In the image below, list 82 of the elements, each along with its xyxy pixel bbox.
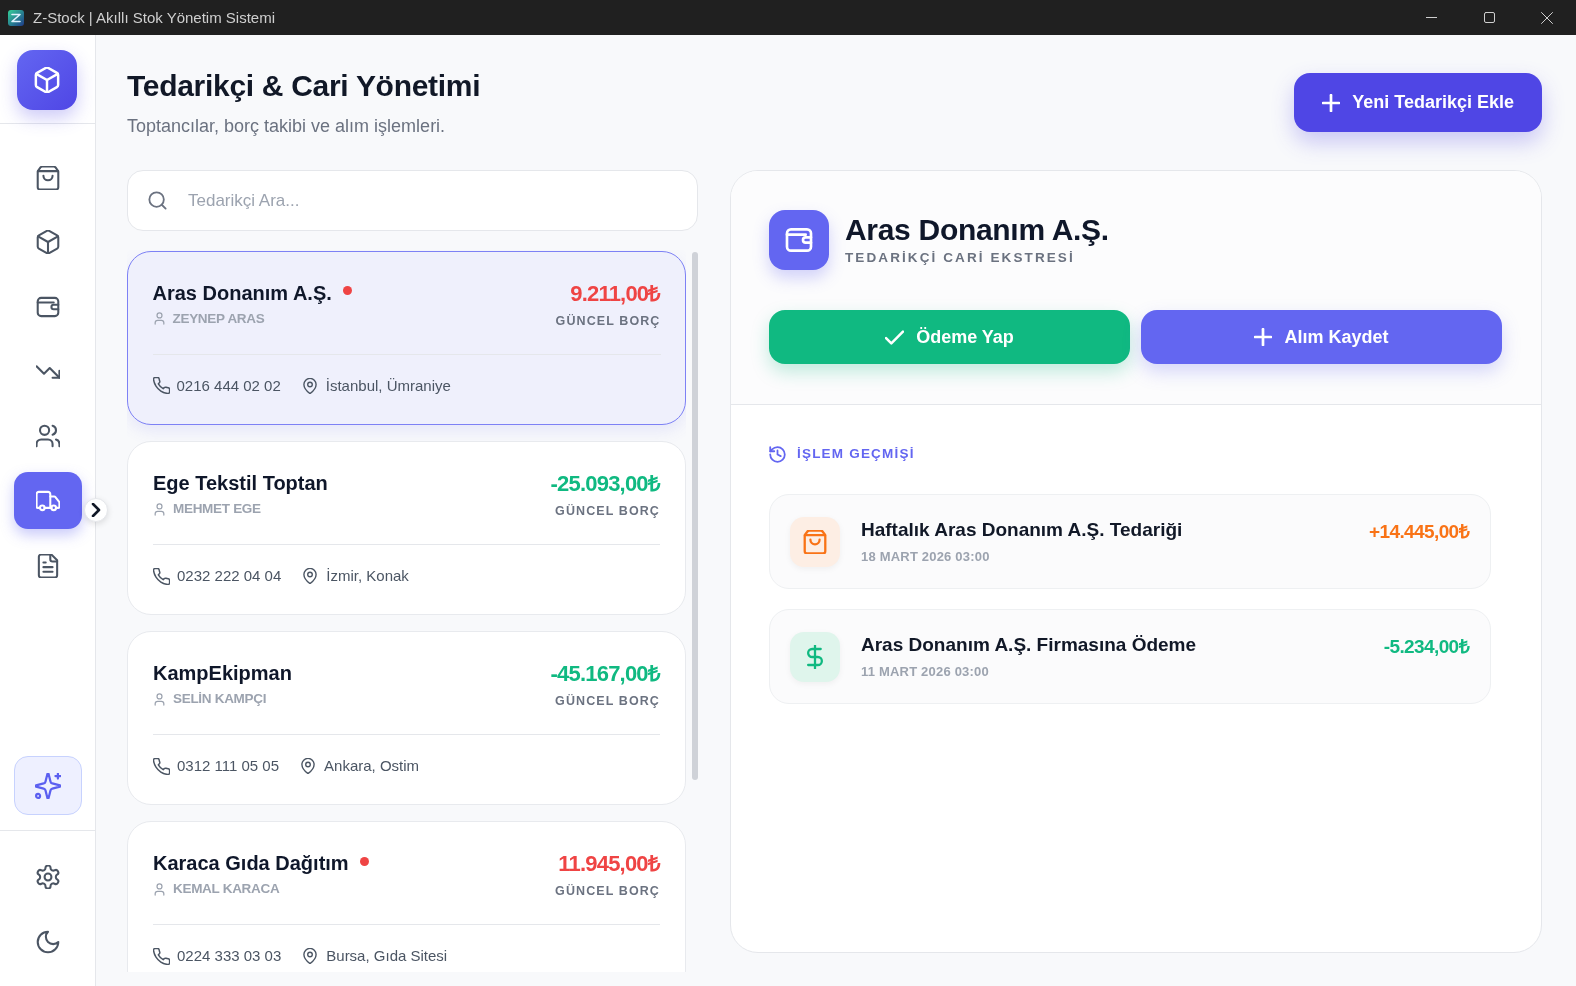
location-text: Ankara, Ostim [324, 756, 420, 776]
document-icon [35, 553, 60, 578]
bag-icon [35, 165, 60, 190]
supplier-card[interactable]: Karaca Gıda Dağıtım KEMAL KARACA 11.945,00₺ GÜNCEL BORÇ 0224 333 03 03 Bursa, Gıda Sitesi [127, 821, 686, 972]
users-icon [35, 424, 60, 449]
transaction-date: 11 MART 2026 03:00 [861, 663, 990, 681]
statement-subtitle: TEDARİKÇİ CARİ EKSTRESİ [845, 249, 1076, 267]
location-text: İstanbul, Ümraniye [325, 375, 451, 396]
supplier-name: Karaca Gıda Dağıtım [153, 851, 349, 876]
check-icon [885, 327, 905, 347]
section-heading: İŞLEM GEÇMİŞİ [797, 445, 915, 463]
contact-name: KEMAL KARACA [173, 880, 280, 898]
sparkle-icon [34, 772, 61, 799]
app-icon [8, 9, 24, 26]
pin-icon [302, 948, 319, 964]
minimize-icon [1425, 17, 1437, 18]
supplier-card[interactable]: KampEkipman SELİN KAMPÇI -45.167,00₺ GÜNCEL BORÇ 0312 111 05 05 Ankara, Ostim [127, 631, 686, 805]
location-text: Bursa, Gıda Sitesi [326, 946, 448, 966]
supplier-card[interactable]: Aras Donanım A.Ş. ZEYNEP ARAS 9.211,00₺ GÜNCEL BORÇ 0216 444 02 02 İstanbul, Ümraniye [127, 251, 686, 425]
moon-icon [35, 929, 60, 954]
person-icon [152, 312, 166, 325]
balance-amount: -45.167,00₺ [550, 660, 660, 688]
cube-icon [35, 230, 60, 255]
phone-icon [153, 567, 170, 585]
supplier-title: Aras Donanım A.Ş. [845, 213, 1109, 247]
plus-icon [1254, 328, 1273, 346]
phone-icon [152, 377, 170, 394]
window-title: Z-Stock | Akıllı Stok Yönetim Sistemi [33, 7, 276, 28]
bag-icon [790, 516, 840, 567]
pin-icon [301, 377, 318, 394]
transaction-title: Haftalık Aras Donanım A.Ş. Tedariği [861, 518, 1184, 542]
page-title: Tedarikçi & Cari Yönetimi [127, 68, 481, 104]
person-icon [153, 882, 166, 896]
wallet-icon [769, 210, 829, 270]
collapse-button[interactable] [84, 498, 108, 522]
wallet-icon [35, 294, 60, 319]
phone-icon [153, 757, 170, 775]
balance-label: GÜNCEL BORÇ [555, 312, 661, 330]
search-field[interactable]: Tedarikçi Ara... [127, 170, 698, 231]
balance-label: GÜNCEL BORÇ [555, 693, 660, 710]
phone-number: 0232 222 04 04 [177, 566, 282, 586]
contact-name: MEHMET EGE [173, 500, 261, 518]
balance-amount: -25.093,00₺ [550, 470, 660, 498]
phone-number: 0312 111 05 05 [177, 756, 280, 776]
maximize-icon [1483, 12, 1495, 23]
add-supplier-button[interactable]: Yeni Tedarikçi Ekle [1294, 73, 1542, 132]
scrollbar-thumb[interactable] [692, 252, 698, 780]
assistant-button[interactable] [13, 756, 82, 815]
history-icon [769, 445, 786, 463]
balance-label: GÜNCEL BORÇ [555, 503, 660, 520]
settings-icon [35, 864, 60, 889]
purchase-button[interactable]: Alım Kaydet [1141, 310, 1502, 364]
supplier-name: KampEkipman [153, 661, 292, 686]
phone-number: 0216 444 02 02 [176, 375, 281, 396]
search-icon [148, 191, 167, 210]
contact-name: ZEYNEP ARAS [172, 309, 265, 328]
cube-icon [17, 50, 77, 110]
truck-icon [35, 488, 60, 513]
transaction-title: Aras Donanım A.Ş. Firmasına Ödeme [861, 633, 1198, 657]
supplier-card[interactable]: Ege Tekstil Toptan MEHMET EGE -25.093,00₺ GÜNCEL BORÇ 0232 222 04 04 İzmir, Konak [127, 441, 686, 615]
plus-icon [1322, 93, 1341, 112]
supplier-name: Aras Donanım A.Ş. [152, 280, 332, 306]
balance-amount: 9.211,00₺ [570, 279, 661, 308]
phone-icon [153, 947, 170, 965]
person-icon [153, 692, 166, 706]
transaction-amount: +14.445,00₺ [1368, 520, 1469, 544]
close-icon [1541, 11, 1553, 24]
transaction-date: 18 MART 2026 03:00 [861, 548, 991, 566]
page-subtitle: Toptancılar, borç takibi ve alım işlemleri. [127, 115, 447, 138]
location-text: İzmir, Konak [326, 566, 409, 586]
person-icon [153, 502, 166, 516]
supplier-name: Ege Tekstil Toptan [153, 471, 328, 496]
balance-amount: 11.945,00₺ [558, 850, 660, 878]
contact-name: SELİN KAMPÇI [173, 690, 267, 708]
chevron-right-icon [89, 503, 103, 517]
sidebar-button[interactable] [13, 472, 82, 530]
phone-number: 0224 333 03 03 [177, 946, 282, 966]
dollar-icon [790, 631, 840, 682]
pin-icon [300, 758, 317, 774]
transaction-amount: -5.234,00₺ [1383, 635, 1469, 659]
balance-label: GÜNCEL BORÇ [555, 883, 660, 900]
pin-icon [302, 568, 319, 584]
